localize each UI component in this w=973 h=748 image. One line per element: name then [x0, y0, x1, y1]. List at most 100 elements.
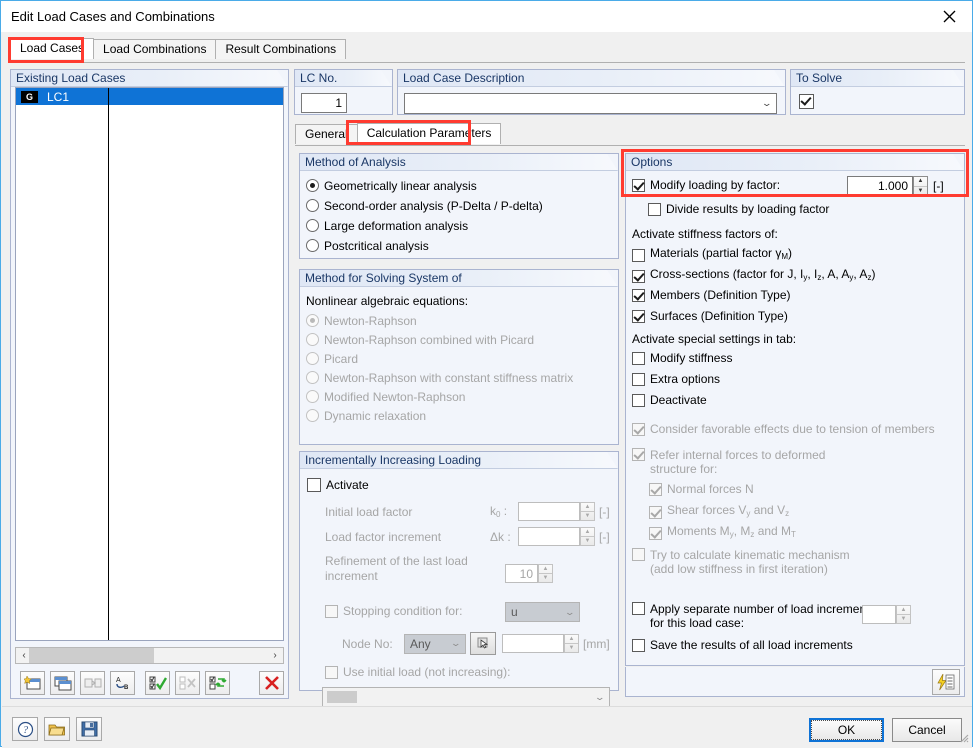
radio-second-order[interactable]: Second-order analysis (P-Delta / P-delta…: [306, 199, 618, 213]
scrollbar-thumb[interactable]: [29, 648, 154, 663]
pick-node-icon[interactable]: [470, 632, 496, 655]
extra-options-checkbox[interactable]: [632, 372, 645, 386]
modify-stiffness-checkbox[interactable]: [632, 351, 645, 365]
stopping-condition-checkbox[interactable]: [325, 604, 338, 618]
node-no-value-input[interactable]: [502, 634, 564, 653]
help-icon[interactable]: ?: [12, 717, 38, 741]
lightning-list-icon[interactable]: [932, 669, 960, 695]
radio-modified-newton-raphson-mark[interactable]: [306, 390, 319, 403]
load-cases-list[interactable]: G LC1: [15, 87, 284, 641]
radio-newton-raphson-picard[interactable]: Newton-Raphson combined with Picard: [306, 333, 618, 347]
deactivate-row[interactable]: Deactivate: [632, 393, 707, 407]
modify-loading-row[interactable]: Modify loading by factor:: [632, 178, 780, 192]
radio-picard[interactable]: Picard: [306, 352, 618, 366]
radio-newton-raphson-picard-mark[interactable]: [306, 333, 319, 346]
extra-options-row[interactable]: Extra options: [632, 372, 720, 386]
radio-postcritical[interactable]: Postcritical analysis: [306, 239, 618, 253]
deselect-all-icon[interactable]: [175, 671, 200, 695]
refer-internal-checkbox[interactable]: [632, 448, 645, 461]
radio-newton-raphson[interactable]: Newton-Raphson: [306, 314, 618, 328]
kinematic-row[interactable]: Try to calculate kinematic mechanism (ad…: [632, 548, 850, 576]
stopping-condition-select[interactable]: u ⌄: [505, 602, 580, 622]
save-icon[interactable]: [76, 717, 102, 741]
copy-load-case-icon[interactable]: [50, 671, 75, 695]
modify-loading-input[interactable]: 1.000: [847, 176, 913, 196]
radio-newton-raphson-mark[interactable]: [306, 314, 319, 327]
list-item[interactable]: G LC1: [16, 88, 283, 105]
initial-load-factor-input[interactable]: [518, 502, 580, 521]
use-initial-load-select[interactable]: ⌄: [322, 687, 610, 707]
invert-selection-icon[interactable]: [205, 671, 230, 695]
shear-forces-row[interactable]: Shear forces Vy and Vz: [649, 503, 789, 521]
normal-forces-row[interactable]: Normal forces N: [649, 482, 754, 496]
tab-general[interactable]: General: [295, 124, 358, 144]
members-row[interactable]: Members (Definition Type): [632, 288, 791, 302]
tab-load-combinations[interactable]: Load Combinations: [93, 39, 217, 59]
deactivate-checkbox[interactable]: [632, 393, 645, 407]
to-solve-checkbox[interactable]: [799, 94, 814, 109]
cancel-button[interactable]: Cancel: [892, 718, 962, 742]
activate-checkbox[interactable]: [307, 478, 321, 492]
moments-row[interactable]: Moments My, Mz and MT: [649, 524, 796, 542]
stopping-condition-row[interactable]: Stopping condition for:: [325, 604, 462, 618]
apply-separate-input[interactable]: [862, 605, 896, 624]
convert-icon[interactable]: [80, 671, 105, 695]
modify-loading-checkbox[interactable]: [632, 178, 645, 192]
load-factor-increment-stepper[interactable]: ▲ ▼: [580, 527, 595, 546]
apply-separate-row[interactable]: Apply separate number of load increments…: [632, 602, 875, 630]
normal-forces-checkbox[interactable]: [649, 482, 662, 496]
cross-sections-checkbox[interactable]: [632, 269, 645, 283]
tab-load-cases[interactable]: Load Cases: [10, 38, 95, 59]
radio-large-deformation[interactable]: Large deformation analysis: [306, 219, 618, 233]
radio-dynamic-relaxation[interactable]: Dynamic relaxation: [306, 409, 618, 423]
use-initial-load-row[interactable]: Use initial load (not increasing):: [325, 665, 510, 679]
radio-geometrically-linear-mark[interactable]: [306, 179, 319, 192]
initial-load-factor-stepper[interactable]: ▲ ▼: [580, 502, 595, 521]
refinement-input[interactable]: 10: [505, 564, 538, 583]
radio-picard-mark[interactable]: [306, 352, 319, 365]
modify-stiffness-row[interactable]: Modify stiffness: [632, 351, 732, 365]
close-icon[interactable]: [926, 1, 972, 31]
refer-internal-row[interactable]: Refer internal forces to deformed struct…: [632, 448, 860, 476]
tab-result-combinations[interactable]: Result Combinations: [215, 39, 347, 59]
radio-geometrically-linear[interactable]: Geometrically linear analysis: [306, 179, 618, 193]
scroll-right-icon[interactable]: ›: [267, 650, 283, 661]
save-results-checkbox[interactable]: [632, 638, 645, 652]
moments-checkbox[interactable]: [649, 526, 662, 540]
list-horizontal-scrollbar[interactable]: ‹ ›: [15, 647, 284, 664]
surfaces-checkbox[interactable]: [632, 309, 645, 323]
radio-dynamic-relaxation-mark[interactable]: [306, 409, 319, 422]
lc-no-input[interactable]: 1: [301, 93, 347, 113]
tab-calculation-parameters[interactable]: Calculation Parameters: [356, 123, 502, 144]
delete-icon[interactable]: [259, 671, 284, 695]
save-results-row[interactable]: Save the results of all load increments: [632, 638, 853, 652]
kinematic-checkbox[interactable]: [632, 548, 645, 561]
radio-modified-newton-raphson[interactable]: Modified Newton-Raphson: [306, 390, 618, 404]
select-all-icon[interactable]: [145, 671, 170, 695]
rename-icon[interactable]: A B: [110, 671, 135, 695]
consider-favorable-checkbox[interactable]: [632, 422, 645, 436]
radio-large-deformation-mark[interactable]: [306, 219, 319, 232]
radio-newton-raphson-constant-mark[interactable]: [306, 371, 319, 384]
radio-postcritical-mark[interactable]: [306, 239, 319, 252]
consider-favorable-row[interactable]: Consider favorable effects due to tensio…: [632, 422, 935, 436]
refinement-stepper[interactable]: ▲ ▼: [538, 564, 553, 583]
radio-second-order-mark[interactable]: [306, 199, 319, 212]
modify-loading-stepper[interactable]: ▲ ▼: [913, 176, 928, 196]
resize-grip[interactable]: [957, 731, 969, 743]
activate-checkbox-row[interactable]: Activate: [307, 478, 369, 492]
new-load-case-icon[interactable]: [20, 671, 45, 695]
open-icon[interactable]: [44, 717, 70, 741]
cross-sections-row[interactable]: Cross-sections (factor for J, Iy, Iz, A,…: [632, 267, 875, 285]
radio-newton-raphson-constant[interactable]: Newton-Raphson with constant stiffness m…: [306, 371, 618, 385]
load-factor-increment-input[interactable]: [518, 527, 580, 546]
materials-checkbox[interactable]: [632, 248, 645, 262]
shear-forces-checkbox[interactable]: [649, 505, 662, 519]
materials-row[interactable]: Materials (partial factor γM): [632, 246, 792, 264]
apply-separate-stepper[interactable]: ▲ ▼: [896, 605, 911, 624]
node-no-select[interactable]: Any ⌄: [404, 633, 466, 654]
node-no-stepper[interactable]: ▲ ▼: [564, 634, 579, 653]
apply-separate-checkbox[interactable]: [632, 602, 645, 615]
members-checkbox[interactable]: [632, 288, 645, 302]
divide-results-row[interactable]: Divide results by loading factor: [648, 202, 829, 216]
